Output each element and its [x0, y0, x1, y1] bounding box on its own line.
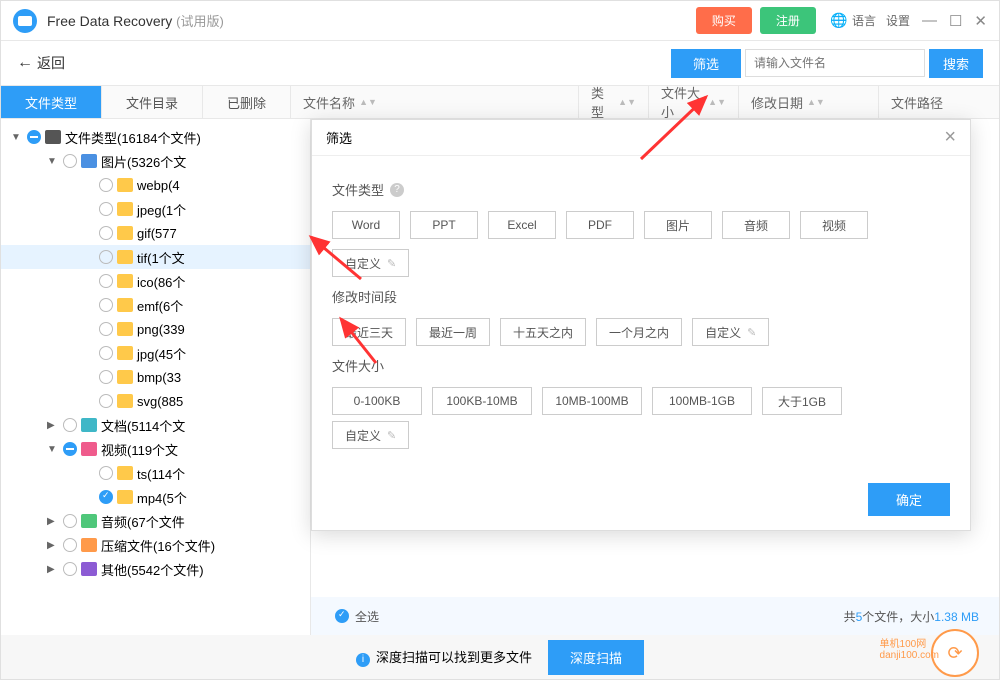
opt-word[interactable]: Word [332, 211, 400, 239]
tree-panel: ▼文件类型(16184个文件) ▼图片(5326个文 webp(4 jpeg(1… [1, 119, 311, 655]
tree-root[interactable]: ▼文件类型(16184个文件) [1, 125, 310, 149]
time-section-title: 修改时间段 [332, 287, 950, 306]
search-input[interactable] [745, 49, 925, 77]
tab-deleted[interactable]: 已删除 [203, 86, 291, 118]
opt-15days[interactable]: 十五天之内 [500, 318, 586, 346]
buy-button[interactable]: 购买 [696, 7, 752, 34]
opt-pdf[interactable]: PDF [566, 211, 634, 239]
tab-file-dir[interactable]: 文件目录 [102, 86, 203, 118]
modal-header: 筛选 × [312, 120, 970, 156]
search-button[interactable]: 搜索 [929, 49, 983, 78]
tree-bmp[interactable]: bmp(33 [1, 365, 310, 389]
opt-size-custom[interactable]: 自定义✎ [332, 421, 409, 449]
help-icon[interactable]: ? [390, 183, 404, 197]
filter-button[interactable]: 筛选 [671, 49, 741, 78]
deep-scan-tip: i深度扫描可以找到更多文件 [356, 647, 532, 667]
tree-webp[interactable]: webp(4 [1, 173, 310, 197]
tab-file-type[interactable]: 文件类型 [1, 86, 102, 118]
select-all-checkbox[interactable] [335, 609, 349, 623]
tree-svg[interactable]: svg(885 [1, 389, 310, 413]
opt-excel[interactable]: Excel [488, 211, 556, 239]
stats-text: 共5个文件，大小1.38 MB [844, 608, 979, 625]
filter-modal: 筛选 × 文件类型? Word PPT Excel PDF 图片 音频 视频 自… [311, 119, 971, 531]
toolbar: ← 返回 筛选 搜索 [1, 41, 999, 85]
opt-10mb-100mb[interactable]: 10MB-100MB [542, 387, 642, 415]
back-arrow-icon: ← [17, 54, 33, 72]
size-section-title: 文件大小 [332, 356, 950, 375]
col-type[interactable]: 类型▲▼ [579, 86, 649, 118]
tree-mp4[interactable]: mp4(5个 [1, 485, 310, 509]
opt-0-100kb[interactable]: 0-100KB [332, 387, 422, 415]
deep-scan-button[interactable]: 深度扫描 [548, 640, 644, 675]
opt-100mb-1gb[interactable]: 100MB-1GB [652, 387, 752, 415]
col-mtime[interactable]: 修改日期▲▼ [739, 86, 879, 118]
opt-1week[interactable]: 最近一周 [416, 318, 490, 346]
filetype-section-title: 文件类型? [332, 180, 950, 199]
tree-tif[interactable]: tif(1个文 [1, 245, 310, 269]
edit-icon: ✎ [747, 326, 756, 339]
tree-ts[interactable]: ts(114个 [1, 461, 310, 485]
tree-jpeg[interactable]: jpeg(1个 [1, 197, 310, 221]
info-icon: i [356, 653, 370, 667]
tree-video[interactable]: ▼视频(119个文 [1, 437, 310, 461]
opt-time-custom[interactable]: 自定义✎ [692, 318, 769, 346]
close-button[interactable]: ✕ [974, 12, 987, 30]
globe-icon[interactable]: 🌐 [830, 12, 848, 30]
tree-jpg[interactable]: jpg(45个 [1, 341, 310, 365]
back-button[interactable]: ← 返回 [17, 53, 65, 73]
opt-image[interactable]: 图片 [644, 211, 712, 239]
selection-footer: 全选 共5个文件，大小1.38 MB [311, 597, 999, 635]
tree-png[interactable]: png(339 [1, 317, 310, 341]
tree-images[interactable]: ▼图片(5326个文 [1, 149, 310, 173]
title-bar: Free Data Recovery (试用版) 购买 注册 🌐 语言 设置 —… [1, 1, 999, 41]
edit-icon: ✎ [387, 429, 396, 442]
edit-icon: ✎ [387, 257, 396, 270]
app-logo [13, 9, 37, 33]
header-row: 文件类型 文件目录 已删除 文件名称▲▼ 类型▲▼ 文件大小▲▼ 修改日期▲▼ … [1, 85, 999, 119]
register-button[interactable]: 注册 [760, 7, 816, 34]
brand-watermark: 单机100网 danji100.com [880, 635, 939, 661]
ok-button[interactable]: 确定 [868, 483, 950, 516]
select-all-label[interactable]: 全选 [355, 608, 379, 625]
minimize-button[interactable]: — [922, 12, 937, 29]
maximize-button[interactable]: ☐ [949, 12, 962, 30]
content-panel: 09:42:13 文件类型\图片\tif\ 筛选 × 文件类型? Word PP… [311, 119, 999, 655]
opt-3days[interactable]: 最近三天 [332, 318, 406, 346]
bottom-footer: i深度扫描可以找到更多文件 深度扫描 ⟳ 单机100网 danji100.com [1, 635, 999, 679]
modal-close-icon[interactable]: × [944, 126, 956, 149]
tree-audio[interactable]: ▶音频(67个文件 [1, 509, 310, 533]
tree-docs[interactable]: ▶文档(5114个文 [1, 413, 310, 437]
opt-type-custom[interactable]: 自定义✎ [332, 249, 409, 277]
tree-zip[interactable]: ▶压缩文件(16个文件) [1, 533, 310, 557]
opt-100kb-10mb[interactable]: 100KB-10MB [432, 387, 532, 415]
tree-other[interactable]: ▶其他(5542个文件) [1, 557, 310, 581]
opt-video[interactable]: 视频 [800, 211, 868, 239]
opt-ppt[interactable]: PPT [410, 211, 478, 239]
settings-label[interactable]: 设置 [886, 12, 910, 29]
col-name[interactable]: 文件名称▲▼ [291, 86, 579, 118]
tree-emf[interactable]: emf(6个 [1, 293, 310, 317]
main-area: ▼文件类型(16184个文件) ▼图片(5326个文 webp(4 jpeg(1… [1, 119, 999, 655]
tree-ico[interactable]: ico(86个 [1, 269, 310, 293]
opt-audio[interactable]: 音频 [722, 211, 790, 239]
opt-1month[interactable]: 一个月之内 [596, 318, 682, 346]
tree-gif[interactable]: gif(577 [1, 221, 310, 245]
app-title: Free Data Recovery (试用版) [47, 11, 224, 30]
opt-gt-1gb[interactable]: 大于1GB [762, 387, 842, 415]
language-label[interactable]: 语言 [852, 12, 876, 29]
col-path[interactable]: 文件路径 [879, 86, 999, 118]
col-size[interactable]: 文件大小▲▼ [649, 86, 739, 118]
